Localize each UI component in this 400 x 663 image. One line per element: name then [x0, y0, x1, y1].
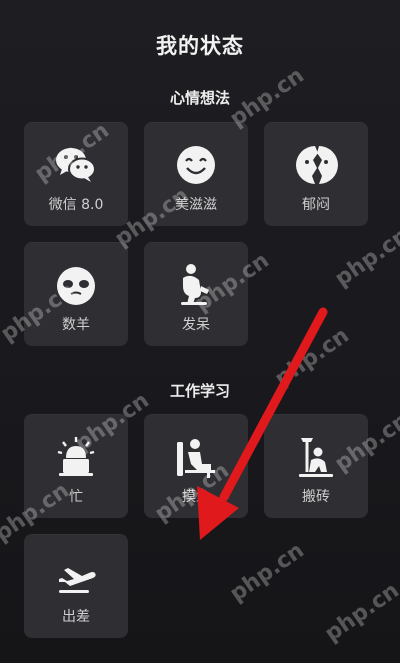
- status-tile-wechat[interactable]: 微信 8.0: [24, 122, 128, 226]
- status-tile-label: 郁闷: [302, 197, 330, 213]
- status-tile-business-trip[interactable]: 出差: [24, 534, 128, 638]
- page-title: 我的状态: [156, 34, 244, 58]
- status-tile-label: 发呆: [182, 317, 210, 333]
- wechat-icon: [56, 148, 96, 182]
- broken-face-icon: [296, 146, 338, 184]
- daze-person-icon: [181, 264, 209, 305]
- worker-icon: [299, 438, 333, 477]
- watermark-text: php.cn: [320, 578, 400, 647]
- airplane-icon: [59, 568, 96, 593]
- status-tile-busy[interactable]: 忙: [24, 414, 128, 518]
- status-tile-labor[interactable]: 搬砖: [264, 414, 368, 518]
- smile-face-icon: [177, 146, 215, 184]
- section-title-mood: 心情想法: [169, 89, 230, 107]
- watermark-text: php.cn: [330, 223, 400, 292]
- status-tile-label: 搬砖: [302, 489, 330, 505]
- status-tile-label: 微信 8.0: [48, 197, 104, 213]
- section-title-work: 工作学习: [169, 382, 230, 400]
- status-tile-gloomy[interactable]: 郁闷: [264, 122, 368, 226]
- watermark-text: php.cn: [225, 538, 309, 607]
- alarm-laptop-icon: [57, 437, 95, 476]
- status-tile-label: 出差: [62, 609, 90, 625]
- sheep-face-icon: [57, 267, 95, 305]
- status-tile-daze[interactable]: 发呆: [144, 242, 248, 346]
- status-tile-label: 数羊: [62, 317, 90, 333]
- status-tile-slacking[interactable]: 摸鱼: [144, 414, 248, 518]
- status-tile-label: 忙: [69, 489, 83, 505]
- relax-person-icon: [177, 439, 215, 478]
- status-tile-happy[interactable]: 美滋滋: [144, 122, 248, 226]
- status-tile-label: 摸鱼: [182, 489, 210, 505]
- status-tile-label: 美滋滋: [175, 197, 217, 213]
- status-tile-counting-sheep[interactable]: 数羊: [24, 242, 128, 346]
